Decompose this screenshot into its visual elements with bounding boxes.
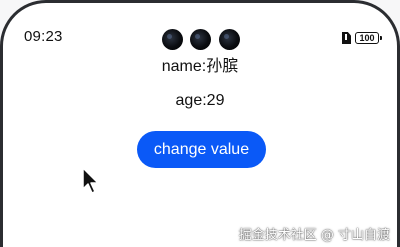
phone-frame: 09:23 100 name:孙膑 age:29 change value 掘金…: [0, 0, 400, 247]
phone-screen: 09:23 100: [3, 3, 397, 247]
mouse-pointer-icon: [82, 167, 99, 194]
battery-level: 100: [359, 32, 375, 43]
age-label: age:29: [175, 92, 225, 109]
camera-lens-icon: [219, 29, 240, 50]
camera-lens-icon: [190, 29, 211, 50]
name-label: name:孙膑: [161, 58, 239, 75]
camera-lens-icon: [162, 29, 183, 50]
battery-icon: 100: [355, 32, 382, 44]
status-icons: 100: [342, 31, 382, 45]
change-value-button[interactable]: change value: [137, 131, 266, 168]
sim-card-icon: [342, 32, 351, 44]
status-time: 09:23: [24, 28, 63, 45]
watermark-text: 掘金技术社区 @ 寸山自渡: [238, 228, 390, 243]
